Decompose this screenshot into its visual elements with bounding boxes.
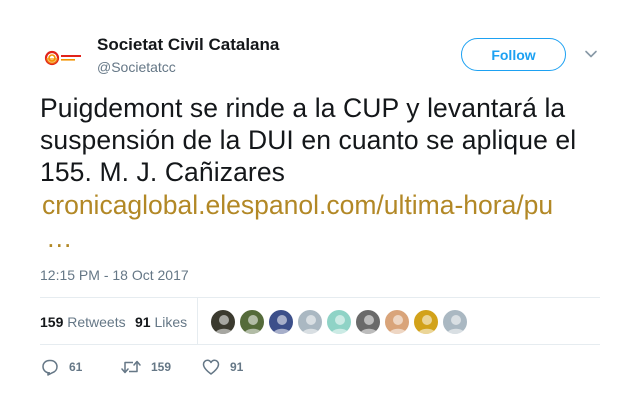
follow-button[interactable]: Follow: [461, 38, 566, 71]
liker-avatar[interactable]: [442, 309, 468, 335]
tweet-header: Societat Civil Catalana @Societatcc Foll…: [40, 32, 608, 82]
tweet-link-ellipsis[interactable]: …: [46, 222, 73, 254]
reply-icon: [42, 359, 58, 376]
author-display-name[interactable]: Societat Civil Catalana: [97, 35, 279, 55]
like-action[interactable]: 91: [201, 356, 243, 378]
retweets-label: Retweets: [67, 314, 126, 330]
tweet-text: Puigdemont se rinde a la CUP y levantará…: [40, 93, 577, 187]
tweet-actions: 61 159 91: [40, 356, 600, 378]
heart-icon: [202, 359, 220, 375]
author-handle[interactable]: @Societatcc: [97, 57, 279, 77]
retweet-count: 159: [151, 360, 172, 374]
liker-avatar[interactable]: [355, 309, 381, 335]
tweet-stats: 159 Retweets 91 Likes: [40, 297, 600, 345]
avatar[interactable]: [40, 34, 88, 82]
reply-action[interactable]: 61: [40, 356, 82, 378]
tweet-timestamp[interactable]: 12:15 PM - 18 Oct 2017: [40, 266, 189, 284]
stats-divider: [197, 298, 198, 345]
liker-avatar[interactable]: [297, 309, 323, 335]
retweets-stat[interactable]: 159 Retweets: [40, 313, 126, 331]
author-names: Societat Civil Catalana @Societatcc: [97, 35, 279, 77]
chevron-down-icon[interactable]: [584, 47, 598, 61]
retweets-count: 159: [40, 314, 64, 330]
liker-avatar[interactable]: [384, 309, 410, 335]
likes-stat[interactable]: 91 Likes: [135, 313, 187, 331]
like-count: 91: [230, 360, 244, 374]
likes-count: 91: [135, 314, 151, 330]
likes-label: Likes: [154, 314, 188, 330]
liker-avatar[interactable]: [413, 309, 439, 335]
retweet-action[interactable]: 159: [120, 356, 171, 378]
liker-avatar[interactable]: [268, 309, 294, 335]
liker-avatar[interactable]: [326, 309, 352, 335]
tweet-link[interactable]: cronicaglobal.elespanol.com/ultima-hora/…: [42, 189, 602, 221]
liker-avatar[interactable]: [210, 309, 236, 335]
logo-icon: [40, 34, 88, 82]
liker-avatar[interactable]: [239, 309, 265, 335]
retweet-icon: [121, 360, 141, 374]
reply-count: 61: [69, 360, 83, 374]
